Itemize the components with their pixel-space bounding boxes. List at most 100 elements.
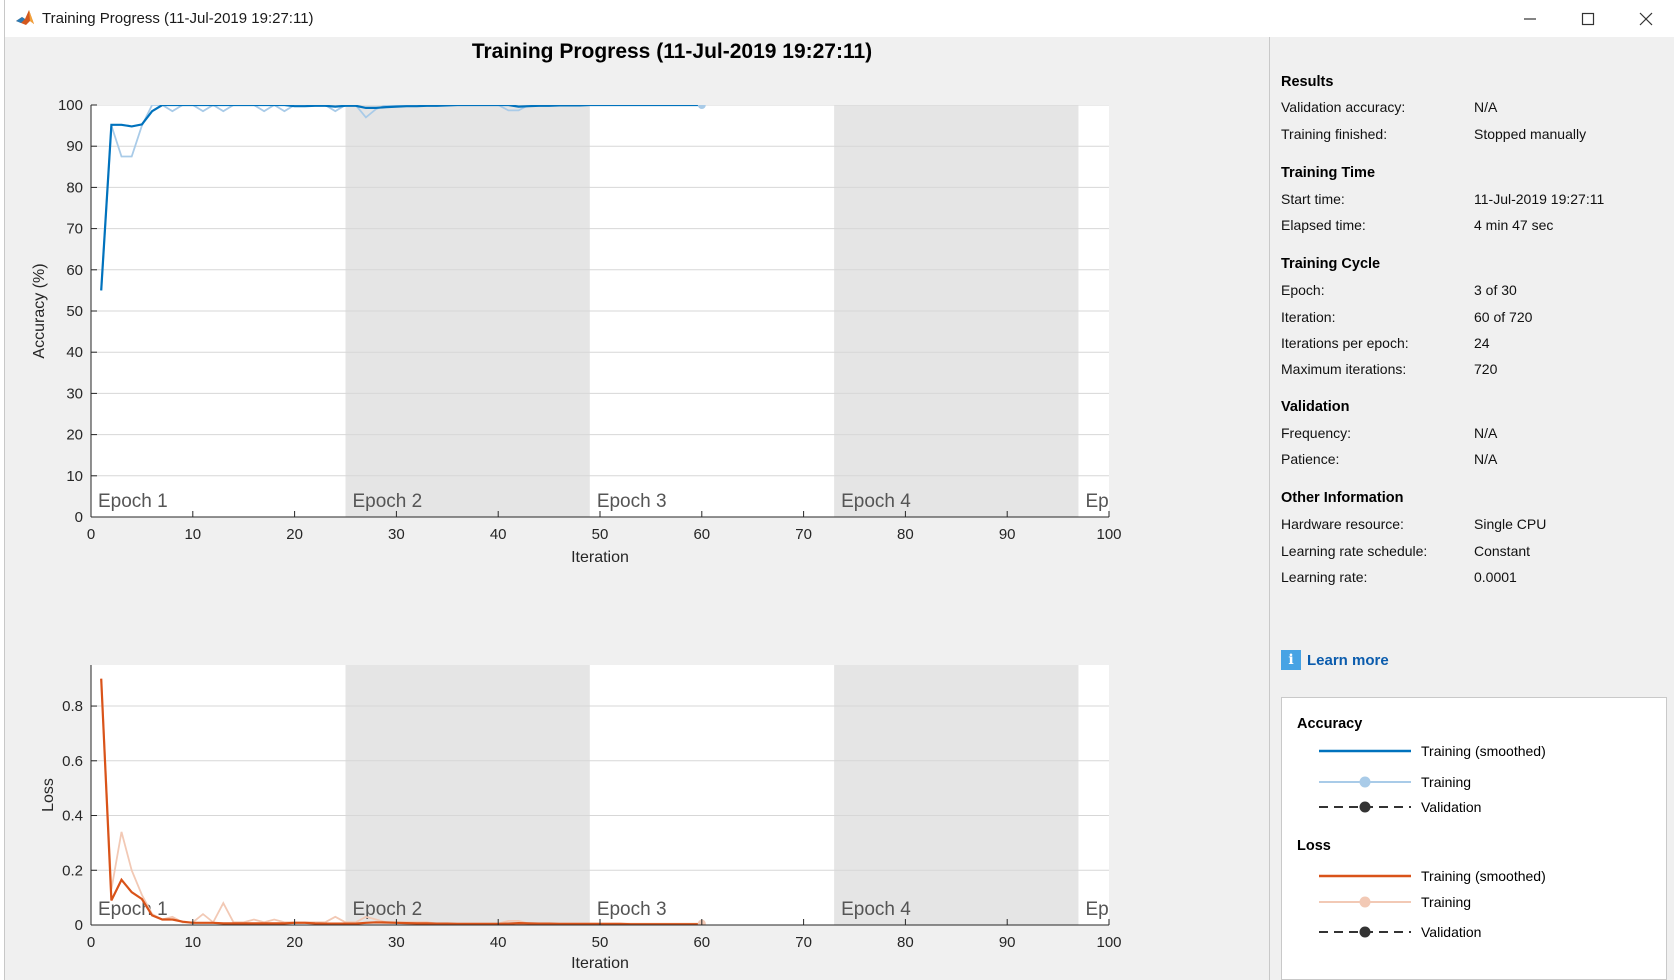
y-axis-label: Loss <box>40 778 57 812</box>
accuracy-chart: Epoch 1 Epoch 2 Epoch 3 Epoch 4 Epoch 5 0 10 20… <box>31 97 1155 566</box>
x-tick-label: 90 <box>999 934 1016 951</box>
epoch-label: Epoch: <box>1281 282 1325 298</box>
legend-label: Training <box>1421 774 1472 790</box>
legend-loss-training-smoothed: Training (smoothed) <box>1317 866 1657 886</box>
x-tick-label: 40 <box>490 526 507 543</box>
iterations-per-epoch-label: Iterations per epoch: <box>1281 335 1409 351</box>
epoch-label: Epoch 4 <box>841 899 911 920</box>
training-progress-window: Training Progress (11-Jul-2019 19:27:11)… <box>4 0 1674 980</box>
x-axis-label: Iteration <box>571 955 629 972</box>
epoch-label: Epoch 2 <box>353 899 423 920</box>
start-time-value: 11-Jul-2019 19:27:11 <box>1474 191 1605 207</box>
x-tick-label: 70 <box>795 934 812 951</box>
minimize-icon <box>1524 17 1536 20</box>
y-tick-label: 0.2 <box>62 862 83 879</box>
legend-loss-title: Loss <box>1297 838 1331 854</box>
y-tick-label: 40 <box>66 344 83 361</box>
x-tick-label: 90 <box>999 526 1016 543</box>
legend-accuracy-training: Training <box>1317 772 1657 792</box>
info-panel: Results Validation accuracy: N/A Trainin… <box>1269 37 1674 980</box>
y-tick-label: 20 <box>66 427 83 444</box>
loss-chart: Epoch 1 Epoch 2 Epoch 3 Epoch 4 Epoch 50 10 20… <box>40 665 1122 972</box>
x-tick-label: 10 <box>184 934 201 951</box>
y-tick-label: 30 <box>66 385 83 402</box>
x-tick-label: 80 <box>897 526 914 543</box>
epoch-label: Epoch 2 <box>353 491 423 512</box>
y-tick-label: 0 <box>75 509 83 526</box>
x-tick-label: 0 <box>87 526 95 543</box>
epoch-band <box>834 665 1079 925</box>
training-cycle-title: Training Cycle <box>1281 256 1381 272</box>
accuracy-validation-swatch <box>1319 801 1411 813</box>
accuracy-raw-swatch <box>1319 776 1411 788</box>
y-tick-label: 10 <box>66 468 83 485</box>
x-tick-label: 40 <box>490 934 507 951</box>
x-tick-label: 100 <box>1096 526 1121 543</box>
patience-value: N/A <box>1474 451 1498 467</box>
x-tick-label: 100 <box>1096 934 1121 951</box>
legend-label: Training (smoothed) <box>1421 868 1546 884</box>
x-tick-label: 30 <box>388 526 405 543</box>
epoch-label: Epoch 1 <box>98 491 168 512</box>
iterations-per-epoch-value: 24 <box>1474 335 1490 351</box>
patience-label: Patience: <box>1281 451 1340 467</box>
loss-smoothed-swatch <box>1319 874 1411 878</box>
info-icon: i <box>1281 650 1301 670</box>
learn-more-link[interactable]: i Learn more <box>1281 649 1389 671</box>
training-finished-value: Stopped manually <box>1474 126 1587 142</box>
x-axis-label: Iteration <box>571 549 629 566</box>
legend-accuracy-title: Accuracy <box>1297 716 1363 732</box>
y-tick-label: 0.6 <box>62 753 83 770</box>
x-tick-label: 20 <box>286 526 303 543</box>
y-tick-label: 90 <box>66 138 83 155</box>
epoch-label: Epoch 3 <box>597 899 667 920</box>
hardware-resource-label: Hardware resource: <box>1281 516 1404 532</box>
elapsed-time-value: 4 min 47 sec <box>1474 217 1554 233</box>
epoch-label: Epoch 5 <box>1085 491 1155 512</box>
title-bar: Training Progress (11-Jul-2019 19:27:11) <box>5 0 1674 37</box>
epoch-label: Epoch 3 <box>597 491 667 512</box>
accuracy-smoothed-swatch <box>1319 749 1411 753</box>
x-tick-label: 50 <box>592 934 609 951</box>
validation-title: Validation <box>1281 399 1350 415</box>
learning-rate-value: 0.0001 <box>1474 569 1517 585</box>
plot-area: Training Progress (11-Jul-2019 19:27:11)… <box>5 37 1269 980</box>
iteration-label: Iteration: <box>1281 309 1336 325</box>
x-tick-label: 70 <box>795 526 812 543</box>
iteration-value: 60 of 720 <box>1474 309 1533 325</box>
maximize-icon <box>1581 12 1595 25</box>
legend-label: Training (smoothed) <box>1421 743 1546 759</box>
learn-more-label: Learn more <box>1307 651 1389 669</box>
y-tick-label: 100 <box>58 97 83 114</box>
matlab-logo-icon <box>15 8 35 28</box>
minimize-button[interactable] <box>1501 0 1559 37</box>
epoch-band <box>345 665 590 925</box>
x-tick-label: 60 <box>693 526 710 543</box>
close-button[interactable] <box>1617 0 1674 37</box>
learning-rate-schedule-value: Constant <box>1474 543 1531 559</box>
y-tick-label: 60 <box>66 262 83 279</box>
legend-label: Training <box>1421 894 1472 910</box>
learning-rate-schedule-label: Learning rate schedule: <box>1281 543 1428 559</box>
y-tick-label: 0 <box>75 917 83 934</box>
close-icon <box>1639 12 1653 25</box>
legend-label: Validation <box>1421 799 1482 815</box>
x-tick-label: 60 <box>693 934 710 951</box>
other-information-title: Other Information <box>1281 490 1404 506</box>
training-last-point <box>697 105 706 109</box>
training-time-title: Training Time <box>1281 165 1376 181</box>
loss-validation-swatch <box>1319 926 1411 938</box>
x-tick-label: 20 <box>286 934 303 951</box>
figure-title: Training Progress (11-Jul-2019 19:27:11) <box>471 40 873 63</box>
maximum-iterations-value: 720 <box>1474 361 1498 377</box>
x-tick-label: 0 <box>87 934 95 951</box>
learning-rate-label: Learning rate: <box>1281 569 1368 585</box>
legend-loss-validation: Validation <box>1317 922 1657 942</box>
legend-box: Accuracy Training (smoothed) Training Va… <box>1281 697 1667 980</box>
results-title: Results <box>1281 74 1334 90</box>
start-time-label: Start time: <box>1281 191 1345 207</box>
y-tick-label: 0.8 <box>62 698 83 715</box>
frequency-label: Frequency: <box>1281 425 1352 441</box>
window-title: Training Progress (11-Jul-2019 19:27:11) <box>42 10 314 27</box>
maximize-button[interactable] <box>1559 0 1617 37</box>
